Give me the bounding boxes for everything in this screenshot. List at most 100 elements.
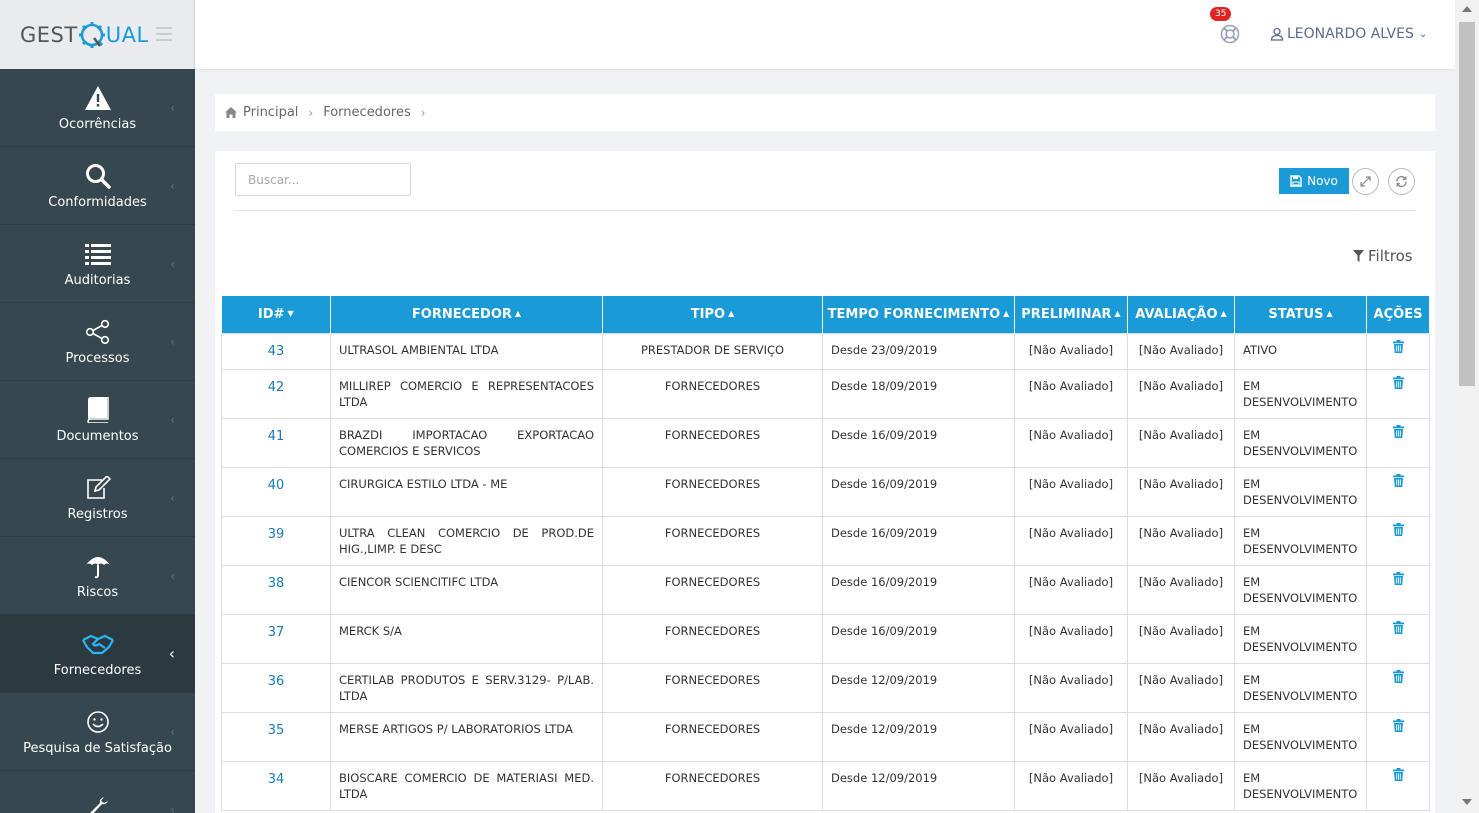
trash-icon[interactable] (1392, 339, 1404, 356)
menu-toggle-icon[interactable] (156, 27, 172, 45)
chevron-left-icon: ‹ (170, 335, 175, 349)
row-id-link[interactable]: 42 (221, 368, 331, 419)
sidebar-item-conformidades[interactable]: Conformidades ‹ (0, 147, 195, 225)
sidebar-item-item[interactable]: ‹ (0, 771, 195, 813)
row-id-link[interactable]: 36 (221, 662, 331, 713)
breadcrumb-current[interactable]: Fornecedores (323, 105, 411, 120)
supplier-name: CIENCOR SCIENCITIFC LTDA (330, 564, 603, 615)
col-header-preliminar[interactable]: PRELIMINAR ▲ (1014, 296, 1128, 333)
supply-time: Desde 16/09/2019 (822, 515, 1015, 566)
scroll-up-arrow[interactable] (1462, 6, 1472, 12)
col-header-avaliacao[interactable]: AVALIAÇÃO ▲ (1127, 296, 1235, 333)
breadcrumb: Principal › Fornecedores › (215, 94, 1435, 131)
status-text: EM DESENVOLVIMENTO (1234, 760, 1367, 811)
trash-icon[interactable] (1392, 473, 1404, 490)
sidebar-item-pesquisa-de-satisfacao[interactable]: Pesquisa de Satisfação ‹ (0, 693, 195, 771)
chevron-left-icon: ‹ (170, 101, 175, 115)
sidebar-item-registros[interactable]: Registros ‹ (0, 459, 195, 537)
logo-text-ual: UAL (105, 22, 149, 47)
table-row[interactable]: 34 BIOSCARE COMERCIO DE MATERIASI MED. LT… (221, 760, 1430, 811)
trash-icon[interactable] (1392, 375, 1404, 392)
sort-icon: ▲ (1326, 308, 1333, 318)
table-row[interactable]: 37 MERCK S/A FORNECEDORES Desde 16/09/2019[… (221, 613, 1430, 664)
table-row[interactable]: 40 CIRURGICA ESTILO LTDA - ME FORNECEDORES… (221, 466, 1430, 517)
row-id-link[interactable]: 43 (221, 332, 331, 370)
sidebar-item-ocorrencias[interactable]: Ocorrências ‹ (0, 69, 195, 147)
chevron-left-icon: ‹ (170, 491, 175, 505)
scroll-down-arrow[interactable] (1462, 799, 1472, 805)
refresh-icon (1396, 175, 1407, 188)
row-id-link[interactable]: 34 (221, 760, 331, 811)
user-menu[interactable]: LEONARDO ALVES ⌄ (1270, 26, 1427, 42)
evaluation: [Não Avaliado] (1127, 760, 1235, 811)
preliminary-eval: [Não Avaliado] (1014, 711, 1128, 762)
lifebuoy-icon (1220, 24, 1240, 44)
sidebar-nav: Ocorrências ‹ Conformidades ‹ Auditorias ‹ Pro… (0, 69, 195, 813)
scrollbar[interactable] (1455, 0, 1479, 813)
expand-button[interactable] (1352, 168, 1379, 195)
col-header-id[interactable]: ID# ▼ (221, 296, 331, 333)
table-row[interactable]: 42 MILLIREP COMERCIO E REPRESENTACOES LTD… (221, 368, 1430, 419)
scrollbar-thumb[interactable] (1459, 22, 1475, 386)
table-body: 43 ULTRASOL AMBIENTAL LTDA PRESTADOR DE SE… (221, 332, 1430, 811)
sidebar-item-auditorias[interactable]: Auditorias ‹ (0, 225, 195, 303)
wrench-icon (86, 793, 110, 813)
supplier-type: FORNECEDORES (602, 564, 823, 615)
sidebar-item-documentos[interactable]: Documentos ‹ (0, 381, 195, 459)
breadcrumb-home[interactable]: Principal (243, 105, 298, 120)
row-id-link[interactable]: 38 (221, 564, 331, 615)
search-input[interactable] (235, 163, 411, 196)
sidebar-item-riscos[interactable]: Riscos ‹ (0, 537, 195, 615)
trash-icon[interactable] (1392, 424, 1404, 441)
trash-icon[interactable] (1392, 718, 1404, 735)
new-button[interactable]: Novo (1279, 168, 1349, 194)
table-row[interactable]: 38 CIENCOR SCIENCITIFC LTDA FORNECEDORES De… (221, 564, 1430, 615)
col-header-acoes: AÇÕES (1366, 296, 1430, 333)
sort-icon: ▲ (514, 308, 522, 318)
notification-badge: 35 (1210, 7, 1232, 21)
sidebar-item-processos[interactable]: Processos ‹ (0, 303, 195, 381)
sidebar-item-fornecedores[interactable]: Fornecedores ‹ (0, 615, 195, 693)
col-header-status[interactable]: STATUS ▲ (1234, 296, 1367, 333)
col-header-tempo[interactable]: TEMPO FORNECIMENTO ▲ (822, 296, 1015, 333)
sidebar-item-label: Registros (67, 507, 128, 522)
notifications-button[interactable]: 35 (1210, 7, 1240, 48)
chevron-left-icon: ‹ (170, 725, 175, 739)
trash-icon[interactable] (1392, 620, 1404, 637)
table-row[interactable]: 39 ULTRA CLEAN COMERCIO DE PROD.DE HIG.,L… (221, 515, 1430, 566)
table-row[interactable]: 36 CERTILAB PRODUTOS E SERV.3129- P/LAB. … (221, 662, 1430, 713)
supply-time: Desde 12/09/2019 (822, 662, 1015, 713)
suppliers-table: ID# ▼ FORNECEDOR ▲ TIPO ▲ TEMPO FORNECIMENT… (221, 296, 1430, 811)
chevron-left-icon: ‹ (170, 803, 175, 813)
refresh-button[interactable] (1388, 168, 1415, 195)
status-text: EM DESENVOLVIMENTO (1234, 564, 1367, 615)
share-icon (85, 317, 111, 347)
status-text: EM DESENVOLVIMENTO (1234, 466, 1367, 517)
row-id-link[interactable]: 41 (221, 417, 331, 468)
gear-q-icon (78, 21, 105, 48)
trash-icon[interactable] (1392, 522, 1404, 539)
supply-time: Desde 16/09/2019 (822, 417, 1015, 468)
chevron-left-icon: ‹ (170, 179, 175, 193)
preliminary-eval: [Não Avaliado] (1014, 564, 1128, 615)
table-row[interactable]: 43 ULTRASOL AMBIENTAL LTDA PRESTADOR DE SE… (221, 332, 1430, 370)
row-id-link[interactable]: 39 (221, 515, 331, 566)
logo[interactable]: GEST UAL (20, 21, 149, 48)
col-header-fornecedor[interactable]: FORNECEDOR ▲ (330, 296, 603, 333)
actions-cell (1366, 760, 1430, 811)
col-header-tipo[interactable]: TIPO ▲ (602, 296, 823, 333)
row-id-link[interactable]: 37 (221, 613, 331, 664)
preliminary-eval: [Não Avaliado] (1014, 662, 1128, 713)
trash-icon[interactable] (1392, 571, 1404, 588)
expand-icon (1360, 176, 1371, 187)
row-id-link[interactable]: 40 (221, 466, 331, 517)
trash-icon[interactable] (1392, 669, 1404, 686)
sidebar-item-label: Ocorrências (58, 117, 137, 132)
filters-button[interactable]: Filtros (1353, 247, 1413, 265)
top-header: 35 LEONARDO ALVES ⌄ (195, 0, 1455, 69)
row-id-link[interactable]: 35 (221, 711, 331, 762)
trash-icon[interactable] (1392, 767, 1404, 784)
table-row[interactable]: 35 MERSE ARTIGOS P/ LABORATORIOS LTDA FORN… (221, 711, 1430, 762)
supplier-type: PRESTADOR DE SERVIÇO (602, 332, 823, 370)
table-row[interactable]: 41 BRAZDI IMPORTACAO EXPORTACAO COMERCIOS… (221, 417, 1430, 468)
